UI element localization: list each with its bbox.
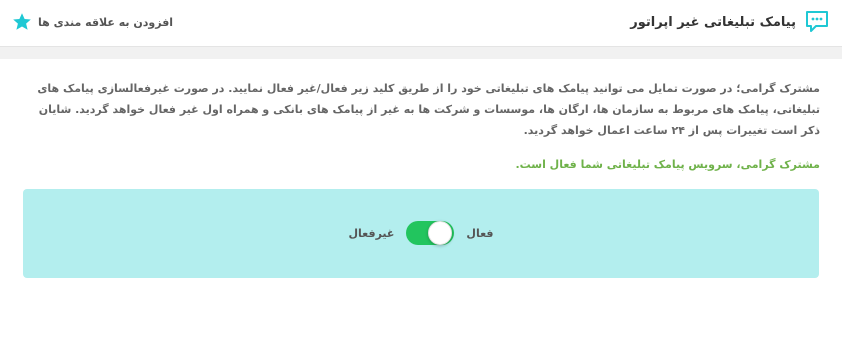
status-message: مشترک گرامی، سرویس پیامک تبلیغاتی شما فع… <box>515 158 820 171</box>
favorite-label: افزودن به علاقه مندی ها <box>38 15 174 29</box>
toggle-on-label: فعال <box>466 226 494 240</box>
ads-toggle-switch[interactable] <box>406 221 455 245</box>
header: پیامک تبلیغاتی غیر اپراتور افزودن به علا… <box>0 0 842 46</box>
header-divider <box>0 46 842 59</box>
page-title: پیامک تبلیغاتی غیر اپراتور <box>630 14 796 30</box>
description-text: مشترک گرامی؛ در صورت تمایل می توانید پیا… <box>37 82 820 137</box>
chat-bubble-icon <box>804 9 830 35</box>
toggle-knob <box>428 221 453 245</box>
toggle-panel: فعال غیرفعال <box>23 189 819 278</box>
toggle-off-label: غیرفعال <box>348 226 395 240</box>
add-to-favorites-button[interactable]: افزودن به علاقه مندی ها <box>12 9 173 35</box>
star-icon <box>12 12 32 32</box>
page: پیامک تبلیغاتی غیر اپراتور افزودن به علا… <box>0 0 842 356</box>
toggle-row: فعال غیرفعال <box>23 219 819 247</box>
header-title-group: پیامک تبلیغاتی غیر اپراتور <box>630 9 830 35</box>
